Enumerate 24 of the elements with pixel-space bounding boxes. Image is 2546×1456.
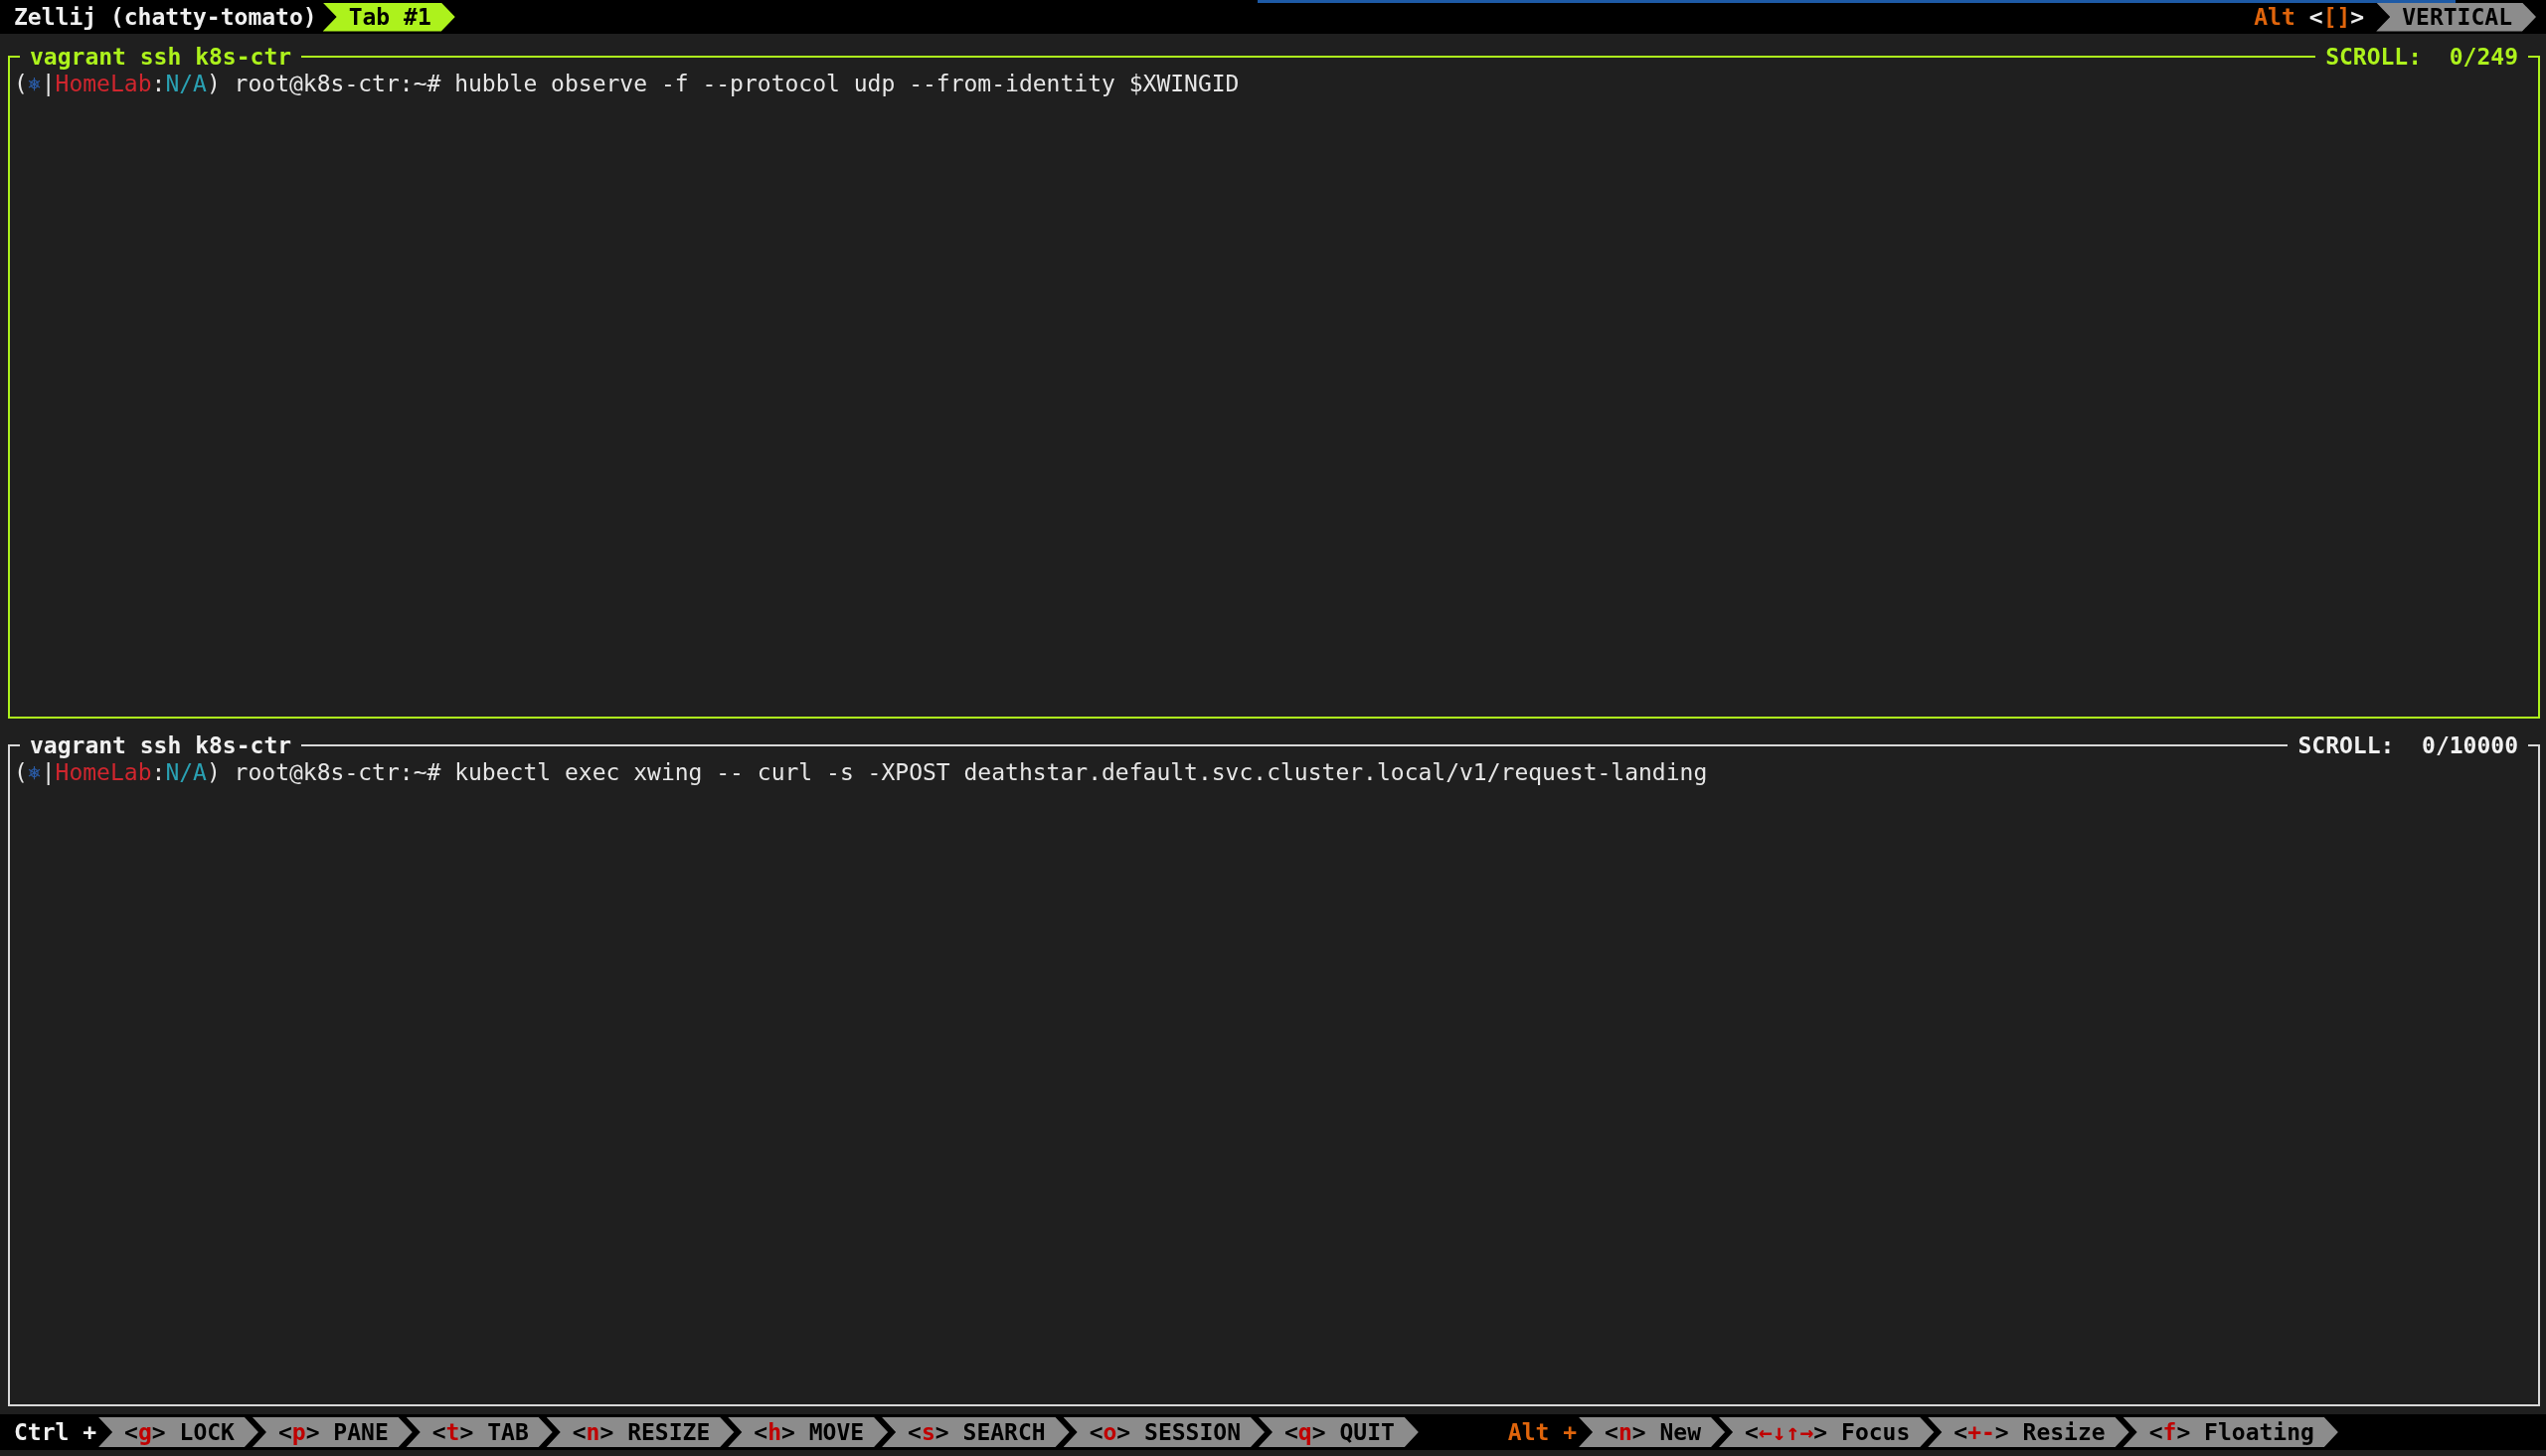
session-name: Zellij (chatty-tomato) — [14, 4, 317, 30]
keybinding-button[interactable]: <h> MOVE — [728, 1417, 889, 1447]
modifier-label: Ctrl + — [14, 1419, 97, 1445]
keybinding-button[interactable]: <n> RESIZE — [546, 1417, 735, 1447]
modifier-label: Alt — [2254, 4, 2295, 30]
command-line: (⎈|HomeLab:N/A) root@k8s-ctr:~# kubectl exec xwing -- curl -s -XPOST deathstar.default.svc.cluster.local/v1/request-landing — [13, 758, 1709, 787]
modifier-label: Alt + — [1507, 1419, 1578, 1445]
keybinding-button[interactable]: <p> PANE — [252, 1417, 413, 1447]
layout-mode: VERTICAL — [2376, 2, 2536, 32]
keybinding-button[interactable]: <q> QUIT — [1259, 1417, 1419, 1447]
keybinding-button[interactable]: <n> New — [1579, 1417, 1726, 1447]
terminal-pane[interactable]: vagrant ssh k8s-ctr SCROLL: 0/249 (⎈|HomeLab:N/A) root@k8s-ctr:~# hubble observe -f --protocol udp --from-identity $XWINGID — [8, 44, 2540, 719]
command-line: (⎈|HomeLab:N/A) root@k8s-ctr:~# hubble observe -f --protocol udp --from-identity $XWINGID — [13, 70, 1241, 98]
swap-layout-hint: <[]> — [2308, 4, 2365, 30]
keybinding-button[interactable]: <←↓↑→> Focus — [1719, 1417, 1935, 1447]
pane-title: vagrant ssh k8s-ctr — [20, 44, 302, 70]
keybinding-button[interactable]: <t> TAB — [406, 1417, 553, 1447]
tab[interactable]: Tab #1 — [322, 2, 455, 32]
keybinding-button[interactable]: <g> LOCK — [98, 1417, 258, 1447]
keybinding-button[interactable]: <o> SESSION — [1063, 1417, 1265, 1447]
terminal-pane[interactable]: vagrant ssh k8s-ctr SCROLL: 0/10000 (⎈|HomeLab:N/A) root@k8s-ctr:~# kubectl exec xwing -- curl -s -XPOST deathstar.default.svc.cluster.local/v1/request-landing — [8, 731, 2540, 1406]
keybinding-button[interactable]: <f> Floating — [2122, 1417, 2338, 1447]
keybinding-button[interactable]: <s> SEARCH — [882, 1417, 1070, 1447]
keybinding-button[interactable]: <+-> Resize — [1928, 1417, 2129, 1447]
